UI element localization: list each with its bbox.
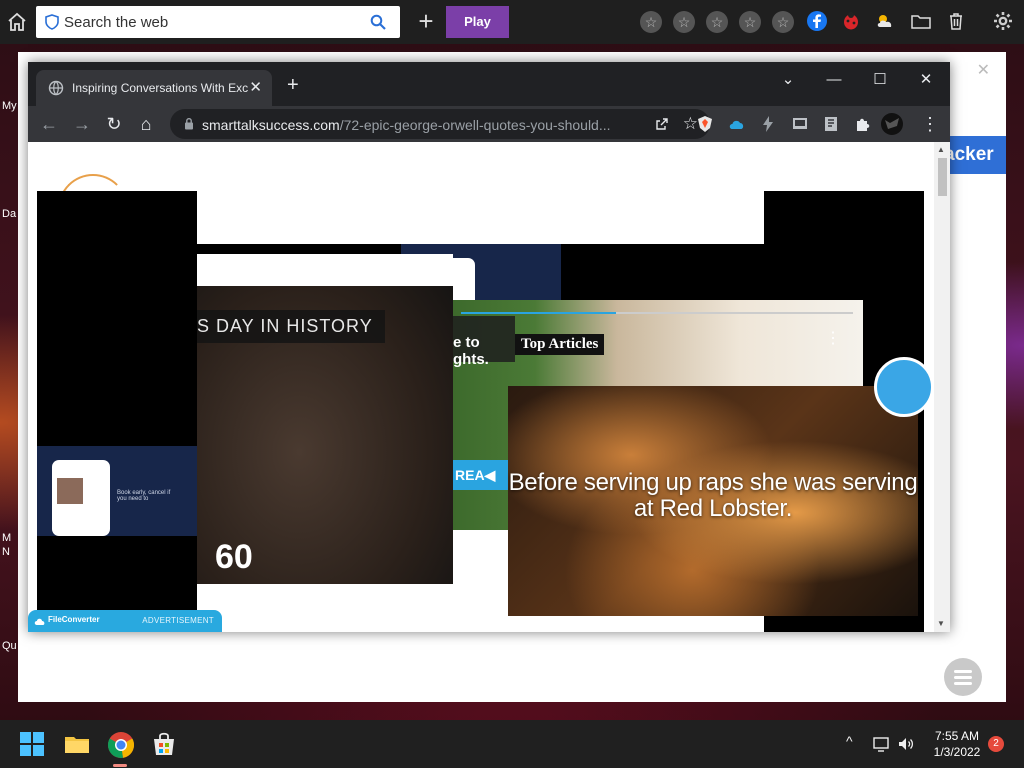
brave-shield-icon[interactable]: [696, 115, 714, 133]
chrome-window: Inspiring Conversations With Exc ✕ + ⌄ —…: [28, 62, 950, 632]
home-button[interactable]: ⌂: [134, 112, 158, 136]
notification-badge[interactable]: 2: [988, 736, 1004, 752]
back-button[interactable]: ←: [37, 112, 61, 136]
new-tab-button[interactable]: +: [287, 74, 299, 97]
cloud-icon: [34, 618, 45, 625]
play-button[interactable]: Play: [446, 6, 509, 38]
video-top-strip: [197, 254, 453, 286]
web-search-box[interactable]: [36, 6, 400, 38]
facebook-icon[interactable]: [806, 10, 828, 32]
advertisement-bar[interactable]: FileConverter ADVERTISEMENT: [28, 610, 222, 632]
trash-icon[interactable]: [945, 10, 967, 32]
volume-icon[interactable]: [897, 735, 915, 753]
clipboard-extension-icon[interactable]: [822, 115, 840, 133]
search-input[interactable]: [64, 12, 364, 32]
chrome-taskbar-icon[interactable]: [106, 730, 136, 767]
start-windows-icon[interactable]: [19, 731, 45, 757]
weather-icon[interactable]: [874, 10, 896, 32]
chrome-icon: [107, 732, 135, 758]
favorite-star-icon[interactable]: ☆: [673, 11, 695, 33]
top-articles-title: Top Articles: [515, 334, 605, 355]
chrome-menu-icon[interactable]: ⋮: [918, 112, 942, 136]
vertical-scrollbar[interactable]: ▲ ▼: [934, 142, 950, 632]
forward-button[interactable]: →: [70, 112, 94, 136]
taskbar: ^ 7:55 AM 1/3/2022 2: [0, 720, 1024, 768]
ad-label: ADVERTISEMENT: [142, 616, 214, 625]
clock-time: 7:55 AM: [934, 729, 980, 743]
video-overlay: e to ghts.: [453, 316, 515, 368]
microsoft-store-icon[interactable]: [150, 730, 178, 758]
bolt-extension-icon[interactable]: [759, 115, 777, 133]
ad-text: Book early, cancel if you need to: [117, 490, 171, 502]
close-window-button[interactable]: ✕: [914, 68, 938, 92]
desktop-label[interactable]: Da: [2, 208, 16, 220]
browser-toolbar: ← → ↻ ⌂ smarttalksuccess.com/72-epic-geo…: [28, 106, 950, 142]
ad-black-panel: [37, 191, 197, 632]
desktop-label[interactable]: M: [2, 532, 11, 544]
globe-icon: [48, 80, 64, 96]
scrollbar-thumb[interactable]: [938, 158, 947, 196]
video-progress-bar[interactable]: [461, 312, 853, 314]
video-side-text: e to ghts.: [453, 334, 489, 368]
favorite-star-icon[interactable]: ☆: [739, 11, 761, 33]
extensions-puzzle-icon[interactable]: [854, 115, 872, 133]
folder-icon[interactable]: [910, 10, 932, 32]
tab-title: Inspiring Conversations With Exc: [72, 81, 248, 95]
desktop-label[interactable]: N: [2, 546, 10, 558]
video-number: 60: [215, 538, 253, 576]
floating-menu-button[interactable]: [944, 658, 982, 696]
quote-video-player[interactable]: Before serving up raps she was serving a…: [508, 386, 918, 616]
url-domain: smarttalksuccess.com: [202, 117, 340, 133]
favorite-star-icon[interactable]: ☆: [706, 11, 728, 33]
home-icon[interactable]: [6, 11, 28, 33]
share-icon[interactable]: [654, 116, 670, 132]
maximize-button[interactable]: ☐: [868, 68, 892, 92]
network-icon[interactable]: [872, 735, 890, 753]
browser-tab[interactable]: Inspiring Conversations With Exc ✕: [36, 70, 272, 106]
phone-mockup: [52, 460, 110, 536]
profile-avatar-icon[interactable]: [880, 112, 904, 136]
desktop-label[interactable]: My: [2, 100, 17, 112]
ladybug-icon[interactable]: [840, 10, 862, 32]
page-viewport: Book early, cancel if you need to S DAY …: [28, 142, 950, 632]
read-more-button[interactable]: REA◀: [453, 460, 509, 490]
file-explorer-icon[interactable]: [63, 730, 91, 758]
more-options-icon[interactable]: ⋮: [825, 331, 841, 347]
desktop-label[interactable]: Qu: [2, 640, 17, 652]
tab-strip: Inspiring Conversations With Exc ✕ + ⌄ —…: [28, 62, 950, 106]
floating-chat-bubble[interactable]: [874, 357, 934, 417]
address-bar[interactable]: smarttalksuccess.com/72-epic-george-orwe…: [170, 109, 710, 139]
minimize-button[interactable]: —: [822, 68, 846, 92]
lock-icon[interactable]: [184, 117, 194, 130]
gear-icon[interactable]: [992, 10, 1014, 32]
cloud-extension-icon[interactable]: [728, 115, 746, 133]
favorite-star-icon[interactable]: ☆: [640, 11, 662, 33]
history-video-player[interactable]: S DAY IN HISTORY 60: [197, 254, 453, 584]
top-toolbar: + Play ☆ ☆ ☆ ☆ ☆: [0, 0, 1024, 44]
add-button[interactable]: +: [412, 6, 440, 38]
shield-icon: [45, 14, 59, 30]
video-quote-text: Before serving up raps she was serving a…: [508, 469, 918, 522]
show-hidden-icons-chevron-icon[interactable]: ^: [846, 733, 864, 751]
close-icon[interactable]: ✕: [977, 60, 990, 80]
reload-button[interactable]: ↻: [102, 112, 126, 136]
ad-brand: FileConverter: [48, 615, 100, 624]
video-placeholder: [453, 530, 509, 602]
tab-search-chevron-icon[interactable]: ⌄: [776, 68, 800, 92]
search-icon[interactable]: [370, 14, 386, 30]
url-path: /72-epic-george-orwell-quotes-you-should…: [339, 117, 611, 133]
favorite-star-icon[interactable]: ☆: [772, 11, 794, 33]
screenshot-extension-icon[interactable]: [791, 115, 809, 133]
ad-banner[interactable]: Book early, cancel if you need to: [37, 446, 197, 536]
video-caption: S DAY IN HISTORY: [197, 310, 385, 343]
tab-close-icon[interactable]: ✕: [249, 78, 262, 96]
system-clock[interactable]: 7:55 AM 1/3/2022: [920, 728, 994, 760]
clock-date: 1/3/2022: [933, 745, 981, 759]
url-text[interactable]: smarttalksuccess.com/72-epic-george-orwe…: [202, 117, 622, 133]
